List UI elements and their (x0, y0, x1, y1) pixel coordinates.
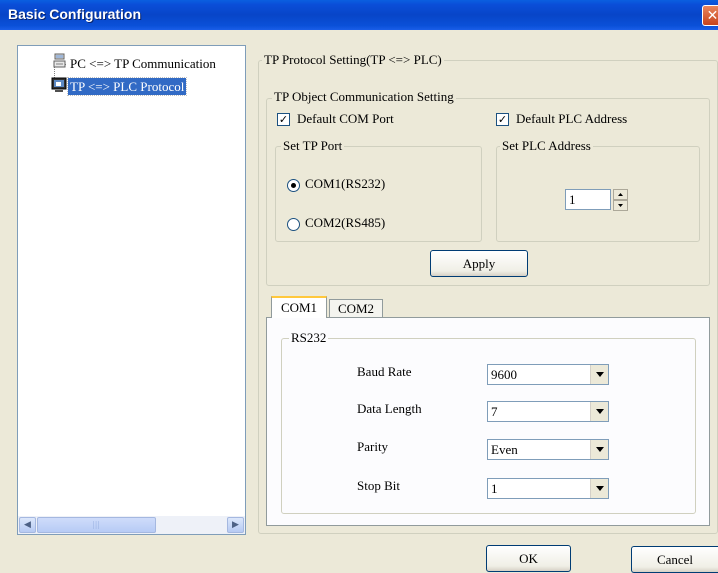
set-tp-port-label: Set TP Port (281, 138, 345, 153)
plc-address-value: 1 (569, 192, 576, 207)
default-plc-address-checkbox[interactable]: ✓ (496, 113, 509, 126)
ok-button[interactable]: OK (486, 545, 571, 572)
spin-down-button[interactable] (613, 200, 628, 211)
set-plc-address-label: Set PLC Address (500, 138, 593, 153)
tab-com2[interactable]: COM2 (329, 299, 383, 317)
com2-rs485-label: COM2(RS485) (305, 215, 386, 230)
default-com-port-checkbox[interactable]: ✓ (277, 113, 290, 126)
config-tree[interactable]: PC <=> TP Communication TP <=> PLC Proto… (17, 45, 246, 535)
cancel-button[interactable]: Cancel (631, 546, 718, 573)
close-button[interactable]: ✕ (702, 5, 718, 26)
com2-rs485-radio[interactable] (287, 218, 300, 231)
chevron-down-icon[interactable] (590, 402, 608, 421)
scroll-left-button[interactable]: ◀ (19, 517, 36, 533)
chevron-down-icon[interactable] (590, 365, 608, 384)
stop-bit-label: Stop Bit (357, 478, 400, 493)
stop-bit-value: 1 (491, 481, 498, 496)
tab-com1[interactable]: COM1 (271, 296, 327, 318)
plc-address-input[interactable]: 1 (565, 189, 611, 210)
apply-button[interactable]: Apply (430, 250, 528, 277)
baud-rate-value: 9600 (491, 367, 517, 382)
scroll-right-button[interactable]: ▶ (227, 517, 244, 533)
parity-value: Even (491, 442, 518, 457)
chevron-down-icon[interactable] (590, 440, 608, 459)
data-length-value: 7 (491, 404, 498, 419)
baud-rate-label: Baud Rate (357, 364, 412, 379)
computer-icon (51, 53, 67, 69)
default-plc-address-label: Default PLC Address (516, 111, 628, 126)
window-title: Basic Configuration (8, 6, 142, 22)
scroll-thumb[interactable]: ||| (37, 517, 156, 533)
tree-horizontal-scrollbar[interactable]: ◀ ||| ▶ (18, 516, 245, 534)
chevron-down-icon[interactable] (590, 479, 608, 498)
data-length-select[interactable]: 7 (487, 401, 609, 422)
baud-rate-select[interactable]: 9600 (487, 364, 609, 385)
object-communication-label: TP Object Communication Setting (272, 89, 456, 104)
parity-select[interactable]: Even (487, 439, 609, 460)
default-com-port-label: Default COM Port (297, 111, 394, 126)
parity-label: Parity (357, 439, 389, 454)
tp-protocol-setting-label: TP Protocol Setting(TP <=> PLC) (262, 52, 444, 67)
data-length-label: Data Length (357, 401, 422, 416)
tree-item-pc-tp-communication[interactable]: PC <=> TP Communication (68, 55, 218, 72)
com1-rs232-radio[interactable] (287, 179, 300, 192)
stop-bit-select[interactable]: 1 (487, 478, 609, 499)
spin-up-button[interactable] (613, 189, 628, 200)
monitor-icon (51, 77, 67, 93)
rs232-label: RS232 (289, 330, 329, 345)
com1-rs232-label: COM1(RS232) (305, 176, 386, 191)
tree-item-tp-plc-protocol[interactable]: TP <=> PLC Protocol (66, 77, 188, 96)
